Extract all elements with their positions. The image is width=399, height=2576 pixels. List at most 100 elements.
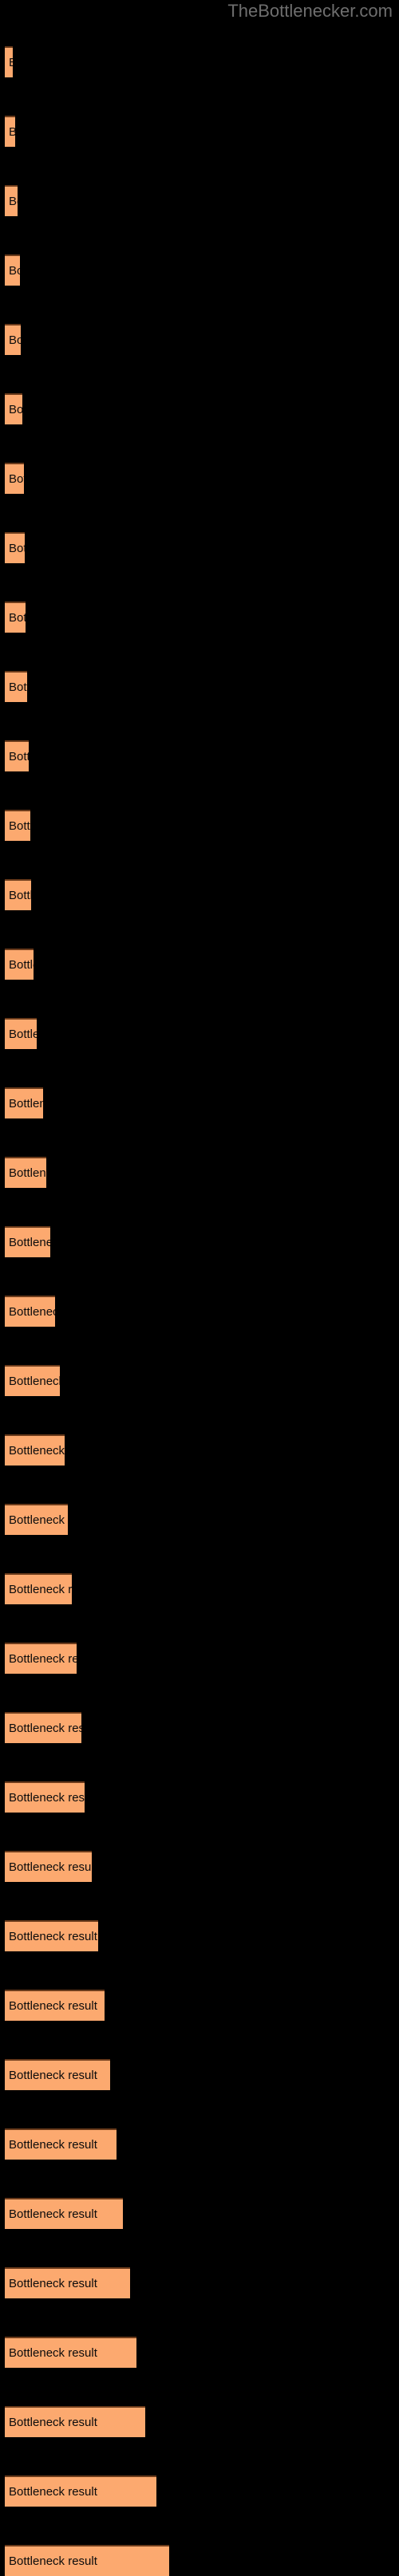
bar-label: Bottleneck result — [9, 1583, 72, 1596]
bar-label-clip: Bottleneck result — [5, 46, 13, 77]
bar-row: Bottleneck result — [0, 1018, 399, 1049]
bar-label-clip: Bottleneck result — [5, 1712, 81, 1743]
bar-label: Bottleneck result — [9, 1999, 97, 2013]
bar-row: Bottleneck result — [0, 116, 399, 147]
bar-label: Bottleneck result — [9, 472, 24, 486]
bar-row: Bottleneck result — [0, 2198, 399, 2229]
bar-row: Bottleneck result — [0, 1504, 399, 1535]
bar-row: Bottleneck result — [0, 2128, 399, 2160]
bar-label: Bottleneck result — [9, 1791, 85, 1805]
bar-label-clip: Bottleneck result — [5, 810, 30, 841]
bar-label-clip: Bottleneck result — [5, 2059, 110, 2090]
bar-row: Bottleneck result — [0, 949, 399, 980]
bar-label: Bottleneck result — [9, 195, 18, 208]
bar-label-clip: Bottleneck result — [5, 1018, 37, 1049]
bar-label: Bottleneck result — [9, 1028, 37, 1041]
bar-label: Bottleneck result — [9, 958, 34, 972]
bar-label-clip: Bottleneck result — [5, 116, 15, 147]
bar-label-clip: Bottleneck result — [5, 1781, 85, 1813]
bar-label-clip: Bottleneck result — [5, 1226, 50, 1257]
bar-label-clip: Bottleneck result — [5, 1851, 92, 1882]
bar-label: Bottleneck result — [9, 1444, 65, 1458]
bar-row: Bottleneck result — [0, 1087, 399, 1118]
bar-label: Bottleneck result — [9, 2207, 97, 2221]
bar-row: Bottleneck result — [0, 2337, 399, 2368]
bar-label-clip: Bottleneck result — [5, 671, 27, 702]
bar-row: Bottleneck result — [0, 602, 399, 633]
bar-row: Bottleneck result — [0, 463, 399, 494]
bar-label-clip: Bottleneck result — [5, 1573, 72, 1604]
bar-row: Bottleneck result — [0, 254, 399, 286]
bar-label: Bottleneck result — [9, 1860, 92, 1874]
bar-label: Bottleneck result — [9, 1375, 60, 1388]
bar-row: Bottleneck result — [0, 1712, 399, 1743]
bar-row: Bottleneck result — [0, 1157, 399, 1188]
bar-label-clip: Bottleneck result — [5, 1365, 60, 1396]
bar-label-clip: Bottleneck result — [5, 602, 26, 633]
bar-label: Bottleneck result — [9, 1097, 43, 1110]
bar-label: Bottleneck result — [9, 1652, 77, 1666]
bar-row: Bottleneck result — [0, 1226, 399, 1257]
bar-label-clip: Bottleneck result — [5, 949, 34, 980]
bar-row: Bottleneck result — [0, 1990, 399, 2021]
bar-label-clip: Bottleneck result — [5, 1643, 77, 1674]
bar-label: Bottleneck result — [9, 2554, 97, 2568]
bar-row: Bottleneck result — [0, 1851, 399, 1882]
bar-label: Bottleneck result — [9, 680, 27, 694]
bar-series: Bottleneck result Bottleneck result Bottle… — [0, 0, 399, 2576]
bar-label-clip: Bottleneck result — [5, 2267, 130, 2298]
bar-label: Bottleneck result — [9, 1930, 97, 1943]
bar-row: Bottleneck result — [0, 2267, 399, 2298]
bar-label-clip: Bottleneck result — [5, 2337, 136, 2368]
bar-label: Bottleneck result — [9, 2346, 97, 2360]
bar-label-clip: Bottleneck result — [5, 532, 25, 563]
bar-label: Bottleneck result — [9, 2416, 97, 2429]
bar-label-clip: Bottleneck result — [5, 2475, 156, 2507]
bar-label: Bottleneck result — [9, 46, 13, 77]
bar-row: Bottleneck result — [0, 1434, 399, 1466]
bar-row: Bottleneck result — [0, 1573, 399, 1604]
bar-label: Bottleneck result — [9, 264, 20, 278]
bar-label-clip: Bottleneck result — [5, 1920, 98, 1951]
bar-row: Bottleneck result — [0, 1365, 399, 1396]
bar-label-clip: Bottleneck result — [5, 2406, 145, 2437]
bar-label-clip: Bottleneck result — [5, 1504, 68, 1535]
bar-label: Bottleneck result — [9, 333, 21, 347]
bar-label-clip: Bottleneck result — [5, 879, 31, 910]
bar-row: Bottleneck result — [0, 185, 399, 216]
bar-label: Bottleneck result — [9, 819, 30, 833]
bar-label: Bottleneck result — [9, 403, 22, 416]
bar-label-clip: Bottleneck result — [5, 324, 21, 355]
bar-row: Bottleneck result — [0, 2059, 399, 2090]
bottleneck-bar-chart: TheBottlenecker.com Bottleneck resultBot… — [0, 0, 399, 2576]
bar-label-clip: Bottleneck result — [5, 185, 18, 216]
bar-row: Bottleneck result — [0, 46, 399, 77]
bar-row: Bottleneck result — [0, 393, 399, 424]
bar-label-clip: Bottleneck result — [5, 2128, 117, 2160]
bar-label: Bottleneck result — [9, 2277, 97, 2290]
bar-label: Bottleneck result — [9, 1166, 46, 1180]
bar-row: Bottleneck result — [0, 532, 399, 563]
bar-label: Bottleneck result — [9, 2485, 97, 2499]
bar-label: Bottleneck result — [9, 125, 15, 139]
bar-label-clip: Bottleneck result — [5, 463, 24, 494]
bar-label-clip: Bottleneck result — [5, 1157, 46, 1188]
bar-label: Bottleneck result — [9, 1722, 81, 1735]
bar-label-clip: Bottleneck result — [5, 2198, 123, 2229]
bar-label: Bottleneck result — [9, 2138, 97, 2152]
bar-label: Bottleneck result — [9, 889, 31, 902]
bar-label-clip: Bottleneck result — [5, 1434, 65, 1466]
bar-label: Bottleneck result — [9, 1236, 50, 1249]
bar-label-clip: Bottleneck result — [5, 393, 22, 424]
bar-row: Bottleneck result — [0, 1920, 399, 1951]
bar-label-clip: Bottleneck result — [5, 254, 20, 286]
bar-label-clip: Bottleneck result — [5, 1990, 105, 2021]
bar-label-clip: Bottleneck result — [5, 1087, 43, 1118]
bar-row: Bottleneck result — [0, 2406, 399, 2437]
bar-row: Bottleneck result — [0, 740, 399, 771]
bar-label: Bottleneck result — [9, 750, 29, 763]
bar-row: Bottleneck result — [0, 324, 399, 355]
bar-label: Bottleneck result — [9, 2069, 97, 2082]
bar-row: Bottleneck result — [0, 671, 399, 702]
bar-row: Bottleneck result — [0, 2545, 399, 2576]
